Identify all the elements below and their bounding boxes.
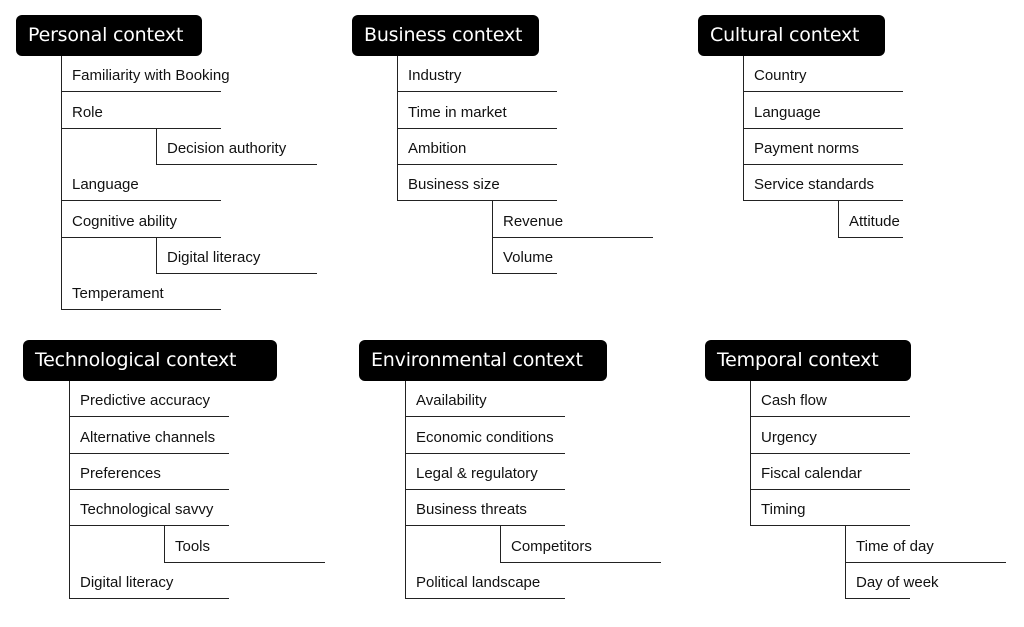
- personal-item: Language: [61, 165, 221, 202]
- connector-line: [164, 526, 165, 563]
- connector-line: [838, 201, 839, 238]
- connector-line: [405, 381, 406, 599]
- personal-item: Familiarity with Booking: [61, 56, 230, 93]
- connector-line: [156, 128, 157, 165]
- temporal-subitem: Time of day: [845, 527, 1006, 563]
- business-subitem: Volume: [492, 238, 557, 274]
- environmental-subitem: Competitors: [500, 527, 661, 563]
- personal-subitem: Decision authority: [156, 129, 317, 165]
- temporal-item: Urgency: [750, 418, 910, 454]
- connector-line: [500, 526, 501, 563]
- temporal-item: Fiscal calendar: [750, 454, 910, 490]
- connector-line: [69, 381, 70, 599]
- connector-line: [397, 56, 398, 202]
- environmental-item: Availability: [405, 381, 565, 418]
- environmental-item: Political landscape: [405, 563, 565, 599]
- cultural-item: Payment norms: [743, 129, 903, 165]
- temporal-context-header: Temporal context: [705, 340, 911, 381]
- business-subitem: Revenue: [492, 202, 653, 238]
- cultural-item: Service standards: [743, 165, 903, 202]
- technological-item: Predictive accuracy: [69, 381, 229, 418]
- cultural-context-header: Cultural context: [698, 15, 885, 56]
- cultural-subitem: Attitude: [838, 202, 903, 238]
- environmental-item: Legal & regulatory: [405, 454, 565, 490]
- technological-item: Alternative channels: [69, 418, 229, 454]
- connector-line: [492, 201, 493, 274]
- business-item: Ambition: [397, 129, 557, 165]
- environmental-context-header: Environmental context: [359, 340, 607, 381]
- environmental-item: Economic conditions: [405, 418, 565, 454]
- temporal-item: Timing: [750, 490, 910, 527]
- business-item: Industry: [397, 56, 557, 93]
- cultural-item: Language: [743, 93, 903, 129]
- business-context-header: Business context: [352, 15, 539, 56]
- cultural-item: Country: [743, 56, 903, 93]
- technological-item: Digital literacy: [69, 563, 229, 599]
- technological-item: Technological savvy: [69, 490, 229, 527]
- connector-line: [61, 56, 62, 311]
- personal-item: Temperament: [61, 274, 221, 311]
- personal-context-header: Personal context: [16, 15, 202, 56]
- temporal-item: Cash flow: [750, 381, 910, 418]
- technological-context-header: Technological context: [23, 340, 277, 381]
- connector-line: [156, 237, 157, 274]
- personal-subitem: Digital literacy: [156, 238, 317, 274]
- personal-item: Cognitive ability: [61, 202, 221, 238]
- business-item: Time in market: [397, 93, 557, 129]
- environmental-item: Business threats: [405, 490, 565, 527]
- personal-item: Role: [61, 93, 221, 129]
- business-item: Business size: [397, 165, 557, 202]
- temporal-subitem: Day of week: [845, 563, 939, 599]
- connector-line: [743, 56, 744, 202]
- connector-line: [750, 381, 751, 527]
- technological-item: Preferences: [69, 454, 229, 490]
- technological-subitem: Tools: [164, 527, 325, 563]
- connector-line: [845, 526, 846, 599]
